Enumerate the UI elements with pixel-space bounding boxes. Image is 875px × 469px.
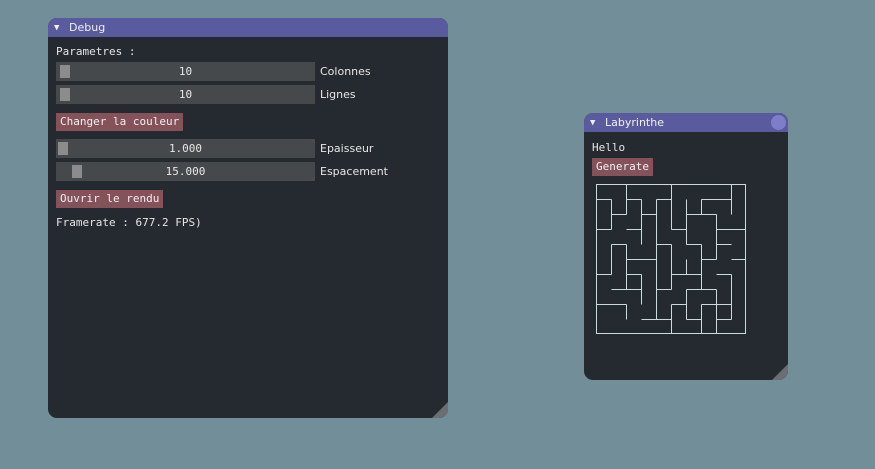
maze-titlebar[interactable]: ▼ Labyrinthe [584,113,788,132]
resize-grip-icon[interactable] [432,402,448,418]
rows-label: Lignes [320,88,356,101]
maze-window: ▼ Labyrinthe Hello Generate [584,113,788,380]
collapse-arrow-icon[interactable]: ▼ [590,118,600,128]
debug-titlebar[interactable]: ▼ Debug [48,18,448,37]
thickness-label: Epaisseur [320,142,374,155]
debug-window: ▼ Debug Parametres : 10 Colonnes 10 Lign… [48,18,448,418]
open-render-button[interactable]: Ouvrir le rendu [56,190,164,208]
spacing-slider-value: 15.000 [165,165,206,178]
spacing-slider[interactable]: 15.000 [56,162,315,181]
rows-slider[interactable]: 10 [56,85,315,104]
close-circle-icon[interactable] [771,115,786,130]
maze-window-title: Labyrinthe [605,116,664,129]
hello-text: Hello [592,141,626,154]
columns-slider-value: 10 [178,65,193,78]
spacing-label: Espacement [320,165,388,178]
change-color-button[interactable]: Changer la couleur [56,113,184,131]
parameters-label: Parametres : [56,45,136,58]
thickness-slider-value: 1.000 [168,142,203,155]
thickness-slider[interactable]: 1.000 [56,139,315,158]
debug-window-title: Debug [69,21,106,34]
generate-button[interactable]: Generate [592,158,653,176]
rows-slider-value: 10 [178,88,193,101]
columns-slider[interactable]: 10 [56,62,315,81]
collapse-arrow-icon[interactable]: ▼ [54,23,64,33]
framerate-text: Framerate : 677.2 FPS) [56,216,202,229]
columns-label: Colonnes [320,65,371,78]
maze-image [596,184,746,334]
resize-grip-icon[interactable] [772,364,788,380]
